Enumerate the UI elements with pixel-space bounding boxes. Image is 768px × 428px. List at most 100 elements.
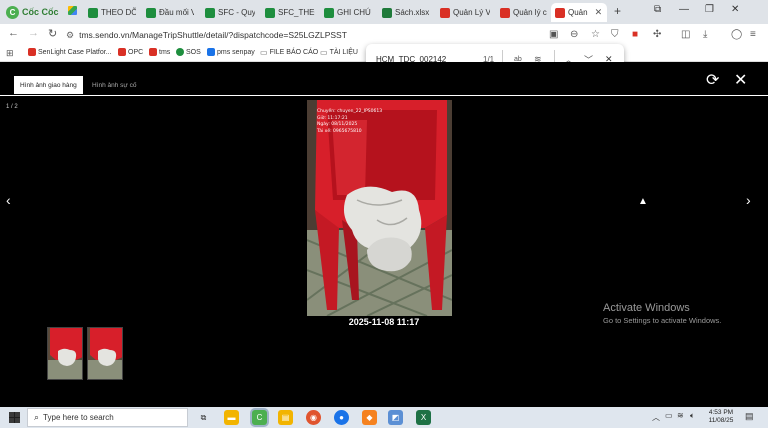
coccoc-taskbar-icon[interactable]: C (252, 410, 267, 425)
minimize-button[interactable]: — (679, 4, 689, 15)
bookmark-label: tms (159, 48, 171, 56)
bookmark-item[interactable]: SenLight Case Platfor... (28, 48, 112, 56)
tab-7[interactable]: Quản Lý V (436, 3, 490, 22)
thumbnail-image (88, 328, 122, 379)
split-view-icon[interactable]: ◫ (681, 29, 690, 40)
reload-icon[interactable]: ↻ (48, 27, 57, 40)
tab-label: Đầu mối V (159, 8, 194, 17)
bookmark-label: SOS (186, 48, 201, 56)
address-bar[interactable]: ⚙ tms.sendo.vn/ManageTripShuttle/detail/… (66, 27, 536, 43)
tab-label: Quản Lý V (453, 8, 490, 17)
photo-overlay: Chuyến: chuyen_22_IPS0613 Giờ: 11:17:21 … (317, 109, 382, 135)
sheets-icon (88, 7, 98, 18)
bookmark-item[interactable]: SOS (176, 48, 201, 56)
tab-1[interactable]: THEO DÕI (84, 3, 136, 22)
windows-start-icon[interactable] (9, 412, 20, 423)
file-explorer-icon[interactable]: ▬ (224, 410, 239, 425)
tab-incident-images[interactable]: Hình ảnh sự cố (86, 76, 142, 94)
image-viewer: Hình ảnh giao hàng Hình ảnh sự cố ⟳ ✕ 1 … (0, 62, 768, 407)
menu-icon[interactable]: ≡ (750, 29, 756, 40)
site-info-icon[interactable]: ⚙ (66, 30, 74, 41)
delivery-photo[interactable]: Chuyến: chuyen_22_IPS0613 Giờ: 11:17:21 … (307, 100, 452, 316)
bookmark-item[interactable]: pms senpay (207, 48, 255, 56)
sendo-icon (149, 48, 157, 56)
browser-brand: Cốc Cốc (22, 7, 59, 17)
tab-label: THEO DÕI (101, 8, 136, 17)
sheets-icon (146, 7, 156, 18)
tab-6[interactable]: Sách.xlsx (378, 3, 430, 22)
extensions-icon[interactable]: ✣ (653, 29, 661, 40)
sendo-icon (28, 48, 36, 56)
profile-icon[interactable]: ◯ (731, 29, 742, 40)
notification-icon[interactable]: ▤ (745, 411, 754, 422)
excel-icon (382, 7, 392, 18)
thumbnail-2[interactable] (87, 327, 123, 380)
sendo-icon (500, 7, 510, 18)
overlay-line: Tài xế: 0965675810 (317, 128, 362, 134)
taskbar-search-placeholder: Type here to search (43, 413, 114, 422)
restore-button[interactable]: ❐ (705, 4, 714, 15)
close-window-button[interactable]: ✕ (731, 4, 739, 15)
app-icon[interactable]: ◉ (306, 410, 321, 425)
senpay-icon (207, 48, 215, 56)
tab-5[interactable]: GHI CHÚ c (320, 3, 372, 22)
tab-2[interactable]: Đầu mối V (142, 3, 194, 22)
url-text[interactable]: tms.sendo.vn/ManageTripShuttle/detail/?d… (79, 30, 347, 40)
download-icon[interactable]: ⤓ (703, 29, 707, 40)
tray-chevron-icon[interactable]: ︿ (652, 412, 660, 423)
tab-active[interactable]: Quản ✕ (551, 3, 607, 22)
bookmark-label: OPC (128, 48, 144, 56)
folder-icon: ▭ (260, 48, 268, 57)
next-image-icon[interactable]: › (746, 192, 751, 208)
bookmark-star-icon[interactable]: ☆ (591, 29, 600, 40)
coccoc-icon: C (6, 5, 19, 19)
page-find-icon[interactable]: ▣ (549, 29, 558, 40)
bookmark-item[interactable]: tms (149, 48, 170, 56)
bookmark-label: pms senpay (217, 48, 255, 56)
sheets-icon (324, 7, 334, 18)
forward-icon[interactable]: → (28, 27, 39, 39)
bookmark-folder[interactable]: ▭ TÀI LIỆU (320, 48, 358, 57)
tab-delivery-images[interactable]: Hình ảnh giao hàng (14, 76, 83, 94)
tab-4[interactable]: SFC_THEO (261, 3, 315, 22)
browser-logo[interactable]: C Cốc Cốc (6, 5, 59, 19)
tab-label: GHI CHÚ c (337, 8, 372, 17)
overlay-line: Chuyến: chuyen_22_IPS0613 (317, 109, 383, 114)
task-view-icon[interactable]: ⧉ (196, 410, 211, 425)
apps-grid-icon[interactable]: ⊞ (6, 48, 14, 59)
extension-icon[interactable]: ■ (632, 29, 638, 40)
wifi-icon[interactable]: ≋ (677, 411, 684, 420)
tab-search-icon[interactable]: ⧉ (654, 4, 661, 15)
tab-8[interactable]: Quản lý c (496, 3, 548, 22)
back-icon[interactable]: ← (8, 27, 19, 39)
activate-windows-watermark: Activate Windows Go to Settings to activ… (603, 302, 721, 325)
app-icon-orange[interactable]: ◆ (362, 410, 377, 425)
tab-label: SFC - Quy (218, 8, 255, 17)
clock[interactable]: 4:53 PM 11/08/25 (704, 409, 738, 425)
sheets-icon (265, 7, 275, 18)
new-tab-button[interactable]: + (614, 4, 621, 18)
bookmark-label: TÀI LIỆU (329, 49, 358, 56)
taskbar-search[interactable]: ⌕ Type here to search (27, 408, 188, 427)
mouse-cursor-icon: ▲ (638, 196, 648, 207)
sos-icon (176, 48, 184, 56)
bookmark-folder[interactable]: ▭ FILE BÁO CÁO (260, 48, 318, 57)
close-tab-icon[interactable]: ✕ (595, 7, 603, 18)
google-drive-icon[interactable] (68, 6, 77, 15)
bookmark-item[interactable]: OPC (118, 48, 143, 56)
refresh-icon[interactable]: ⟳ (706, 70, 719, 90)
tab-3[interactable]: SFC - Quy (201, 3, 255, 22)
app-icon-blue[interactable]: ◩ (388, 410, 403, 425)
sticky-notes-icon[interactable]: ▤ (278, 410, 293, 425)
close-viewer-icon[interactable]: ✕ (734, 70, 747, 90)
chrome-icon[interactable]: ● (334, 410, 349, 425)
shield-icon[interactable]: ⛉ (611, 29, 619, 40)
network-icon[interactable]: ▭ (665, 411, 673, 420)
sendo-icon (555, 7, 565, 18)
excel-taskbar-icon[interactable]: X (416, 410, 431, 425)
volume-icon[interactable]: 🔈︎ (690, 411, 695, 421)
prev-image-icon[interactable]: ‹ (6, 192, 11, 208)
zoom-icon[interactable]: ⊖ (570, 29, 578, 40)
thumbnail-1[interactable] (47, 327, 83, 380)
clock-date: 11/08/25 (708, 417, 734, 424)
